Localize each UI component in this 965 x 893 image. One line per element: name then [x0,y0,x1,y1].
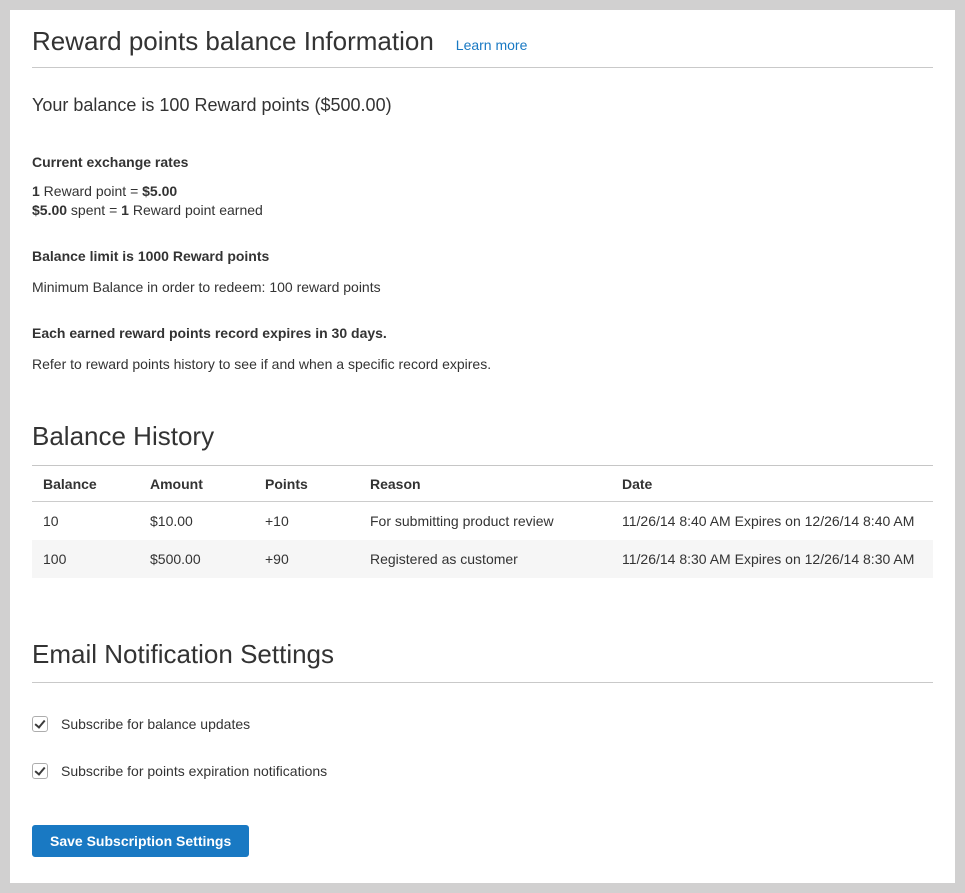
column-header-date: Date [611,465,933,501]
spend-amount-value: $5.00 [32,202,67,218]
earn-amount-value: $5.00 [142,183,177,199]
exchange-earn-line: 1 Reward point = $5.00 [32,182,933,201]
spend-points-value: 1 [121,202,129,218]
table-header-row: Balance Amount Points Reason Date [32,465,933,501]
exchange-rates-lines: 1 Reward point = $5.00 $5.00 spent = 1 R… [32,182,933,220]
spend-line-suffix: Reward point earned [129,202,263,218]
expiration-heading: Each earned reward points record expires… [32,324,933,343]
balance-history-heading: Balance History [32,422,933,452]
subscribe-balance-updates-label: Subscribe for balance updates [61,715,250,734]
subscribe-balance-updates-row: Subscribe for balance updates [32,715,933,734]
email-notification-settings-heading: Email Notification Settings [32,640,933,683]
column-header-points: Points [254,465,359,501]
balance-limit-heading: Balance limit is 1000 Reward points [32,247,933,266]
balance-summary: Your balance is 100 Reward points ($500.… [32,95,933,117]
cell-balance: 100 [32,540,139,578]
table-row: 10 $10.00 +10 For submitting product rev… [32,501,933,540]
column-header-amount: Amount [139,465,254,501]
cell-amount: $10.00 [139,501,254,540]
learn-more-link[interactable]: Learn more [456,37,528,53]
exchange-rates-heading: Current exchange rates [32,153,933,172]
table-row: 100 $500.00 +90 Registered as customer 1… [32,540,933,578]
page-header: Reward points balance Information Learn … [32,26,933,68]
spend-line-text: spent = [67,202,121,218]
subscribe-expiration-notifications-row: Subscribe for points expiration notifica… [32,762,933,781]
cell-balance: 10 [32,501,139,540]
subscribe-balance-updates-checkbox[interactable] [32,716,48,732]
subscribe-expiration-notifications-label: Subscribe for points expiration notifica… [61,762,327,781]
expiration-text: Refer to reward points history to see if… [32,355,933,374]
cell-date: 11/26/14 8:30 AM Expires on 12/26/14 8:3… [611,540,933,578]
earn-line-text: Reward point = [40,183,142,199]
cell-reason: Registered as customer [359,540,611,578]
page-title: Reward points balance Information [32,26,434,57]
subscribe-expiration-notifications-checkbox[interactable] [32,763,48,779]
cell-points: +10 [254,501,359,540]
minimum-balance-text: Minimum Balance in order to redeem: 100 … [32,278,933,297]
reward-points-page: Reward points balance Information Learn … [10,10,955,883]
balance-history-table: Balance Amount Points Reason Date 10 $10… [32,465,933,578]
save-subscription-settings-button[interactable]: Save Subscription Settings [32,825,249,857]
cell-date: 11/26/14 8:40 AM Expires on 12/26/14 8:4… [611,501,933,540]
cell-reason: For submitting product review [359,501,611,540]
exchange-spend-line: $5.00 spent = 1 Reward point earned [32,201,933,220]
column-header-balance: Balance [32,465,139,501]
column-header-reason: Reason [359,465,611,501]
cell-amount: $500.00 [139,540,254,578]
earn-points-value: 1 [32,183,40,199]
cell-points: +90 [254,540,359,578]
